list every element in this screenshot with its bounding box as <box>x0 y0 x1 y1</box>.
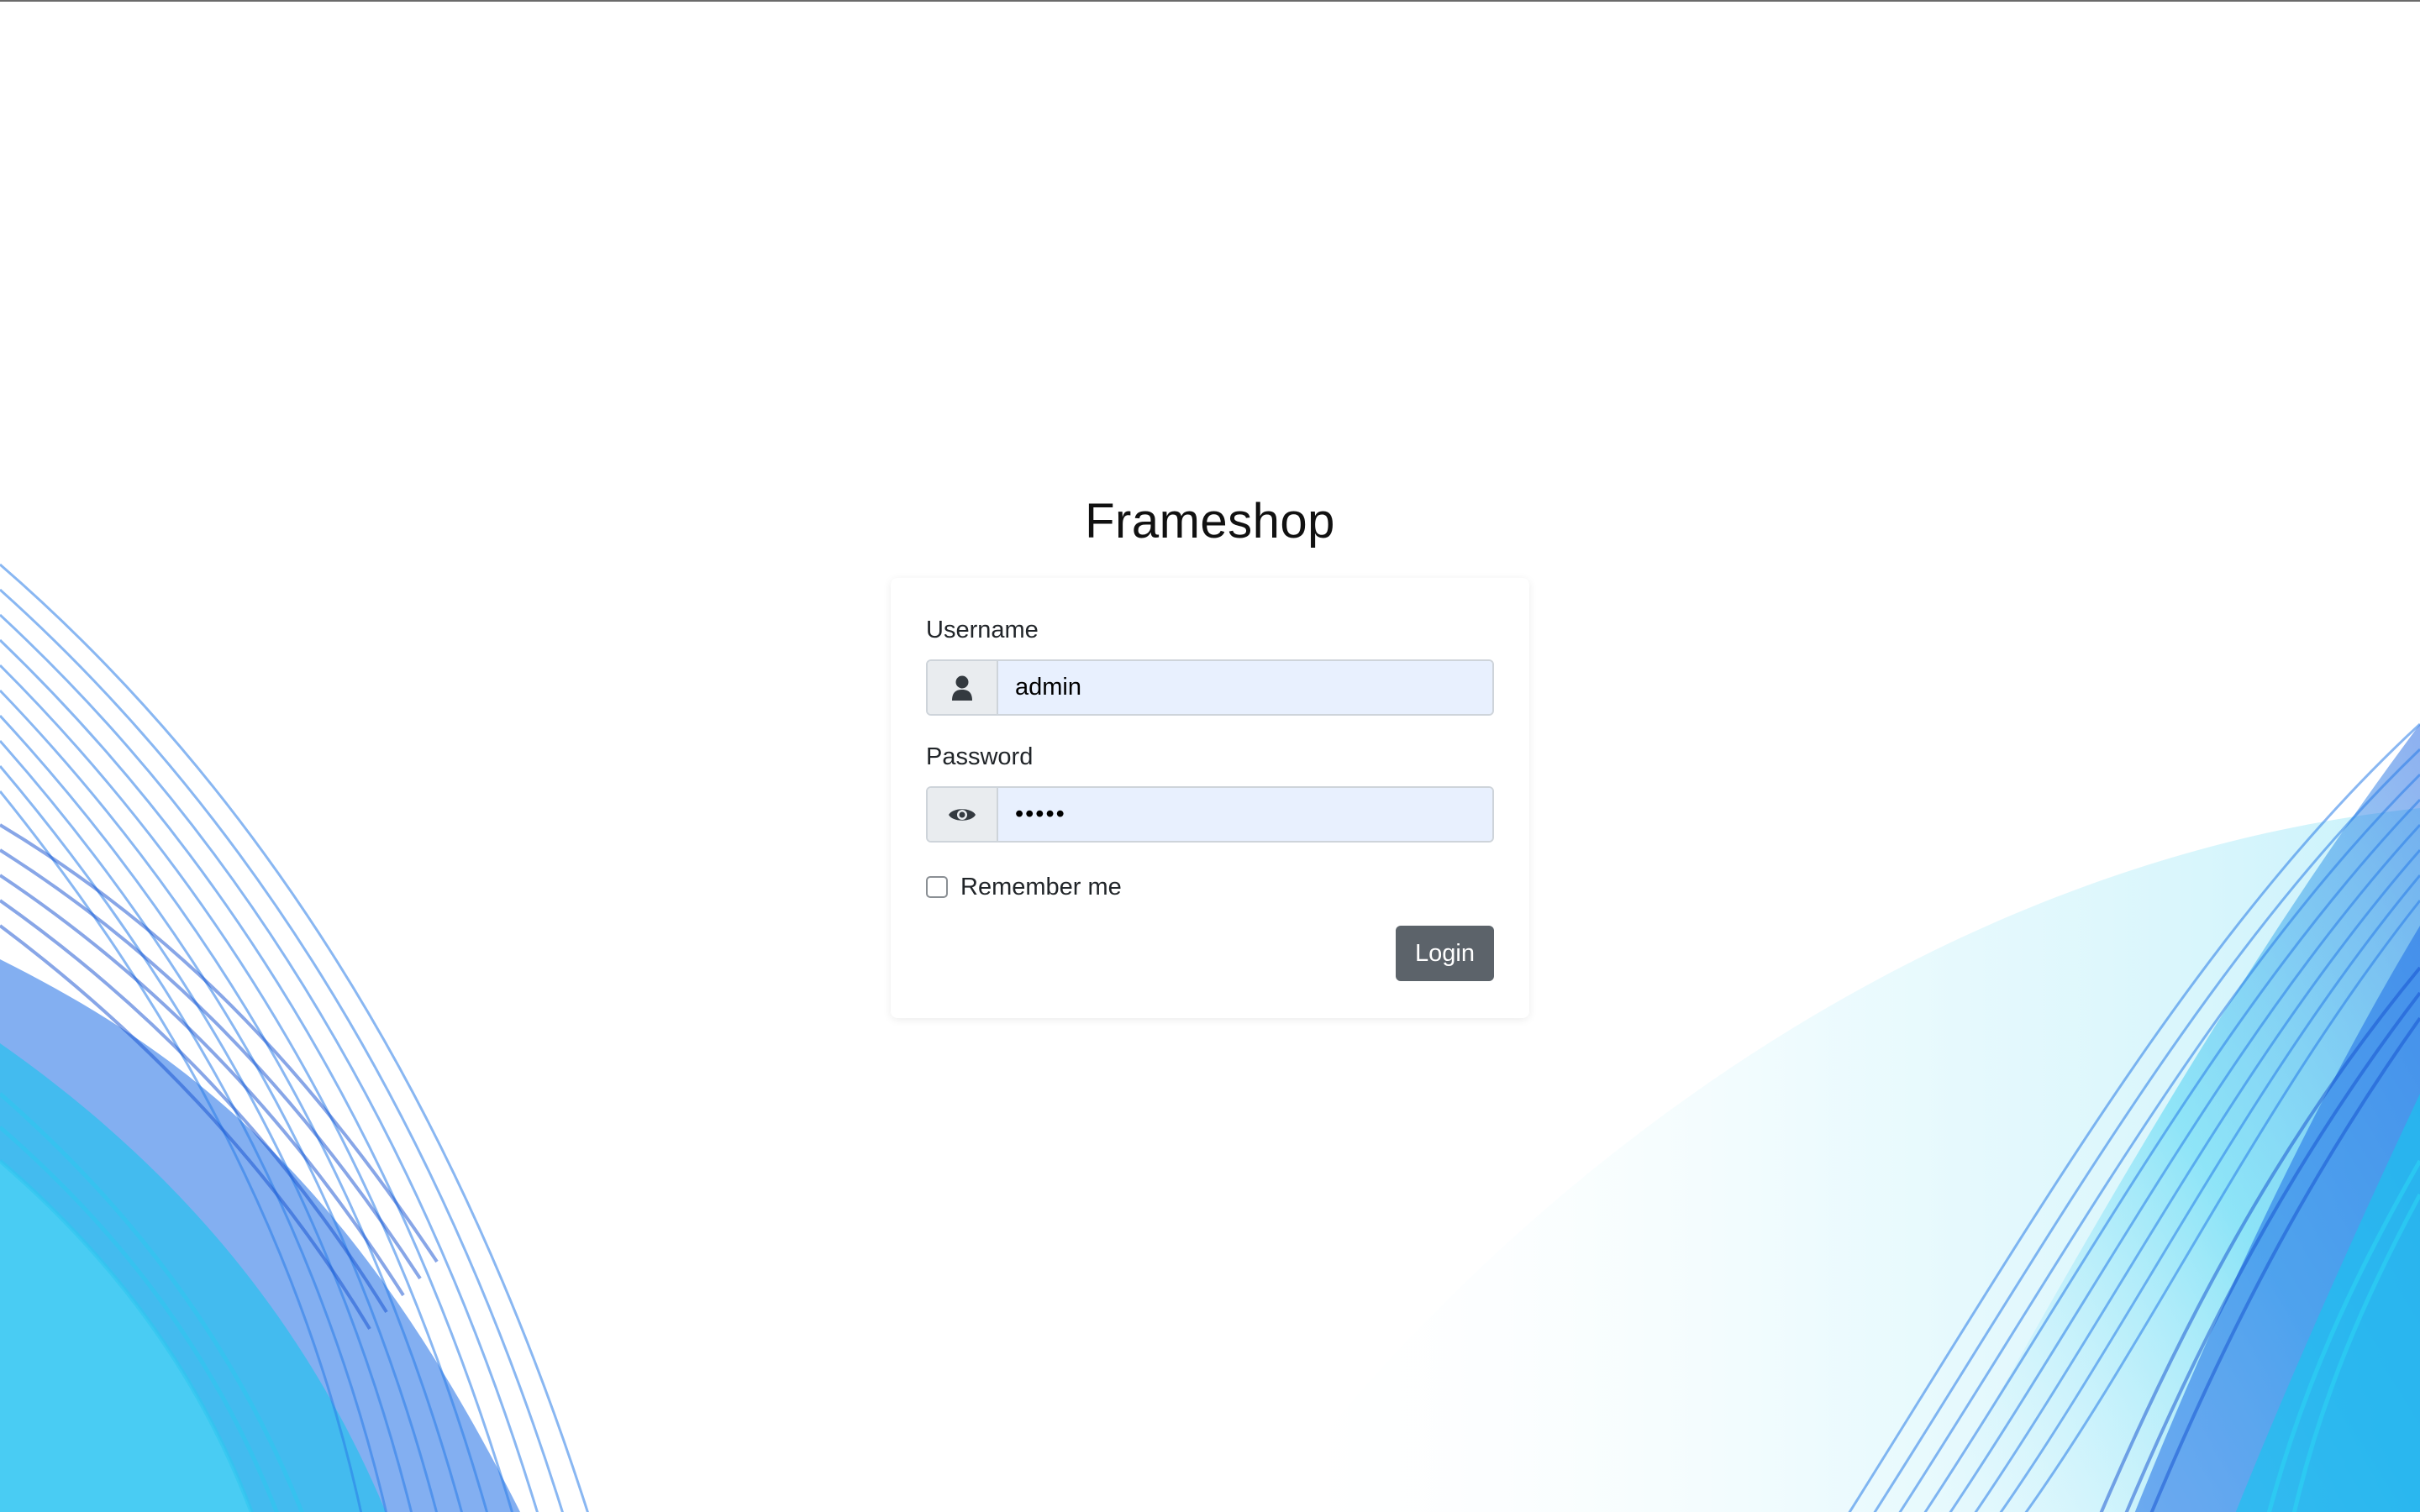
remember-me-row[interactable]: Remember me <box>926 870 1122 904</box>
password-input-group <box>926 786 1494 843</box>
username-input[interactable] <box>998 661 1492 714</box>
app-title: Frameshop <box>1085 494 1335 549</box>
login-card: Username Password Remem <box>891 578 1529 1018</box>
username-label: Username <box>926 617 1039 643</box>
username-input-group <box>926 659 1494 716</box>
password-label: Password <box>926 743 1034 770</box>
login-button[interactable]: Login <box>1396 926 1494 981</box>
login-page: Frameshop Username Password <box>0 0 2420 1512</box>
remember-me-checkbox[interactable] <box>926 876 948 898</box>
eye-icon[interactable] <box>928 788 998 841</box>
user-icon <box>928 661 998 714</box>
remember-me-label[interactable]: Remember me <box>960 874 1122 901</box>
password-input[interactable] <box>998 788 1492 841</box>
